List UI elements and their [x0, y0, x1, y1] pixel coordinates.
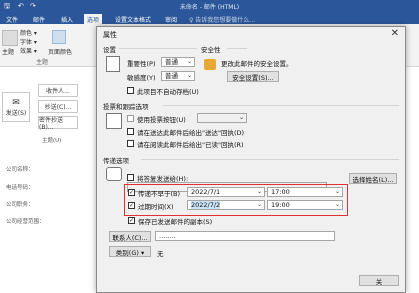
sig-scope: 公司经营范围： [6, 219, 45, 225]
defer-label: 传递不早于(B) [138, 190, 181, 198]
expires-date-select[interactable]: 2022/7/2 ⌄ [187, 200, 265, 210]
lock-icon [204, 59, 216, 70]
fonts-button[interactable]: 字体 ▾ [20, 37, 37, 46]
themes-button-label[interactable]: 主题 [2, 47, 14, 56]
send-label: 发送(S) [5, 109, 27, 117]
importance-value: 普通 [165, 58, 178, 66]
send-button[interactable]: ✉ 发送(S) [2, 92, 30, 122]
theme-group-label: 主题 [36, 59, 49, 66]
defer-checkbox[interactable]: ✓ [128, 189, 135, 196]
expires-time-value: 19:00 [271, 201, 290, 209]
read-receipt-label: 请在阅读此邮件后给出"已读"回执(R) [137, 141, 244, 149]
dialog-title: 属性 [103, 31, 117, 39]
save-copy-checkbox[interactable]: ✓ [128, 217, 135, 224]
no-autoarchive-checkbox[interactable] [127, 87, 134, 94]
expires-label: 过期时间(X) [138, 203, 174, 211]
importance-select[interactable]: 普通 ⌄ [161, 57, 195, 67]
bcc-button[interactable]: 密件抄送(B)... [38, 116, 78, 131]
sensitivity-label: 敏感度(Y) [127, 74, 156, 82]
voting-section-title: 投票和跟踪选项 [103, 103, 149, 111]
chevron-down-icon: ⌄ [334, 188, 340, 195]
chevron-down-icon: ⌄ [256, 201, 262, 208]
to-button[interactable]: 收件人... [38, 84, 78, 97]
close-icon[interactable]: ✕ [391, 28, 399, 39]
security-settings-button[interactable]: 安全设置(S)... [227, 71, 279, 82]
contacts-button[interactable]: 联系人(C)... [109, 231, 151, 242]
read-receipt-checkbox[interactable] [127, 140, 134, 147]
voting-separator [163, 105, 399, 106]
defer-date-select[interactable]: 2022/7/1 ⌄ [187, 187, 265, 197]
security-section-title: 安全性 [201, 46, 221, 54]
window-title: 未命名 - 邮件 (HTML) [179, 4, 240, 11]
defer-time-value: 17:00 [271, 188, 290, 196]
chevron-down-icon: ⌄ [186, 58, 192, 65]
themes-icon[interactable] [2, 30, 18, 46]
defer-time-select[interactable]: 17:00 ⌄ [267, 187, 343, 197]
delivery-receipt-label: 请在送达此邮件后给出"送达"回执(D) [137, 129, 245, 137]
chevron-down-icon: ⌄ [186, 72, 192, 79]
close-button[interactable]: 关 [359, 275, 399, 286]
security-text: 更改此邮件的安全设置。 [221, 60, 293, 68]
delivery-separator [141, 159, 399, 160]
sig-phone: 电话号码： [6, 185, 34, 191]
sig-company: 公司名称： [6, 167, 34, 173]
colors-button[interactable]: 颜色 ▾ [20, 28, 37, 37]
contacts-input[interactable]: ........ [155, 231, 335, 241]
page-color-button[interactable]: 页面颜色 [48, 47, 72, 56]
chevron-down-icon: ⌄ [238, 114, 244, 121]
voting-document-icon [106, 113, 122, 129]
sig-title: 公司职务： [6, 202, 34, 208]
delivery-envelope-icon [106, 167, 122, 181]
categories-button[interactable]: 类别(G) ▾ [109, 246, 151, 257]
security-separator [227, 48, 247, 49]
replies-to-checkbox[interactable] [127, 174, 134, 181]
save-copy-label: 保存已发送邮件的副本(S) [138, 218, 213, 226]
use-voting-label: 使用投票按钮(U) [137, 116, 186, 124]
sensitivity-select[interactable]: 普通 ⌄ [161, 71, 195, 81]
effects-button[interactable]: 效果 ▾ [20, 46, 37, 55]
categories-value: 无 [157, 250, 164, 258]
chevron-down-icon: ⌄ [256, 188, 262, 195]
cc-button[interactable]: 抄送(C)... [38, 100, 78, 113]
settings-document-icon [106, 56, 120, 72]
chevron-down-icon: ⌄ [334, 201, 340, 208]
send-icon: ✉ [12, 97, 20, 108]
expires-time-select[interactable]: 19:00 ⌄ [267, 200, 343, 210]
properties-dialog: 属性 ✕ 设置 重要性(P) 普通 ⌄ 敏感度(Y) 普通 ⌄ 此项目不自动存档… [96, 26, 406, 293]
subject-label: 主题(U) [42, 138, 62, 144]
settings-section-title: 设置 [103, 46, 116, 54]
ribbon-tabs: 文件 邮件 插入 选项 设置文本格式 审阅 ♀ 告诉我您想要做什么... [0, 13, 419, 25]
delivery-receipt-checkbox[interactable] [127, 128, 134, 135]
delivery-section-title: 传递选项 [103, 157, 129, 165]
expires-checkbox[interactable]: ✓ [128, 202, 135, 209]
defer-date-value: 2022/7/1 [191, 188, 221, 196]
expires-date-value: 2022/7/2 [191, 201, 221, 209]
choose-names-button[interactable]: 选择姓名(L)... [349, 173, 397, 184]
importance-label: 重要性(P) [127, 60, 156, 68]
no-autoarchive-label: 此项目不自动存档(U) [137, 88, 199, 96]
title-bar: 🖫 ↶ ↷ 未命名 - 邮件 (HTML) [0, 0, 419, 13]
settings-separator [119, 48, 197, 49]
use-voting-checkbox[interactable] [127, 115, 134, 122]
page-color-icon[interactable] [52, 30, 66, 44]
voting-options-select[interactable]: ⌄ [197, 113, 247, 123]
sensitivity-value: 普通 [165, 72, 178, 80]
